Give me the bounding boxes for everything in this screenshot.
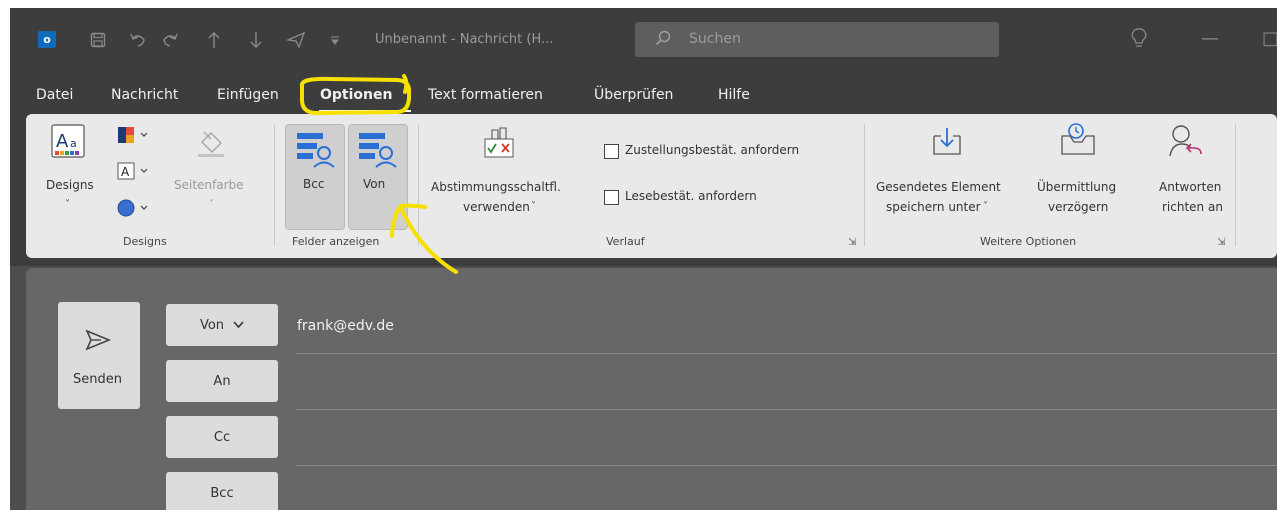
group-separator bbox=[1235, 124, 1236, 246]
cc-button[interactable]: Cc bbox=[166, 416, 278, 458]
minimize-icon[interactable]: — bbox=[1201, 28, 1219, 49]
verlauf-group-label: Verlauf bbox=[606, 235, 645, 248]
voting-label-line2: verwenden bbox=[463, 200, 530, 214]
save-sent-icon bbox=[931, 126, 963, 160]
outlook-compose-window: o Unbenannt - Nachricht (H... Suchen — □… bbox=[0, 0, 1277, 510]
chevron-down-icon: ˅ bbox=[65, 199, 70, 210]
reply-to-person-icon bbox=[1168, 124, 1204, 162]
cc-label: Cc bbox=[213, 429, 231, 445]
send-icon bbox=[84, 328, 112, 356]
redo-icon[interactable] bbox=[160, 30, 180, 50]
from-field-icon bbox=[357, 130, 397, 174]
group-separator bbox=[274, 124, 275, 246]
paint-bucket-icon bbox=[196, 128, 226, 162]
search-box[interactable]: Suchen bbox=[635, 22, 999, 57]
to-label: An bbox=[213, 373, 231, 389]
voting-label-line1: Abstimmungsschaltfl. bbox=[431, 180, 561, 194]
chevron-down-icon: ˅ bbox=[983, 201, 988, 212]
save-icon[interactable] bbox=[88, 30, 108, 50]
field-divider bbox=[296, 409, 1277, 410]
dialog-launcher-icon[interactable]: ⇲ bbox=[848, 237, 856, 248]
reply-to-label-line2: richten an bbox=[1162, 200, 1223, 214]
search-icon bbox=[655, 30, 671, 50]
designs-icon: A a bbox=[51, 124, 85, 162]
tab-hilfe[interactable]: Hilfe bbox=[718, 87, 750, 103]
tab-nachricht[interactable]: Nachricht bbox=[111, 87, 178, 103]
von-label: Von bbox=[363, 177, 386, 191]
delay-delivery-icon bbox=[1060, 122, 1098, 160]
svg-text:a: a bbox=[70, 137, 77, 150]
chevron-down-icon: ˅ bbox=[531, 201, 536, 212]
search-placeholder: Suchen bbox=[689, 31, 741, 47]
delay-label-line1: Übermittlung bbox=[1037, 180, 1117, 194]
document-title: Unbenannt - Nachricht (H... bbox=[375, 32, 554, 47]
tab-ueberpruefen[interactable]: Überprüfen bbox=[594, 87, 673, 103]
theme-effects-icon[interactable] bbox=[117, 198, 151, 222]
chevron-down-icon: ˅ bbox=[209, 199, 214, 210]
svg-text:A: A bbox=[121, 165, 130, 179]
bcc-field-icon bbox=[295, 130, 335, 174]
read-receipt-label: Lesebestät. anfordern bbox=[625, 189, 757, 203]
maximize-icon[interactable]: □ bbox=[1262, 28, 1277, 49]
lightbulb-icon[interactable] bbox=[1131, 28, 1147, 53]
voting-icon bbox=[482, 126, 516, 164]
tab-datei[interactable]: Datei bbox=[36, 87, 73, 103]
arrow-down-icon[interactable] bbox=[246, 30, 266, 50]
theme-colors-icon[interactable] bbox=[117, 126, 151, 148]
group-separator bbox=[864, 124, 865, 246]
outlook-logo-icon: o bbox=[38, 31, 59, 48]
ribbon-tabs: Datei Nachricht Einfügen Optionen Text f… bbox=[10, 76, 1277, 114]
to-button[interactable]: An bbox=[166, 360, 278, 402]
tab-text-formatieren[interactable]: Text formatieren bbox=[428, 87, 543, 103]
delivery-receipt-checkbox[interactable] bbox=[604, 144, 619, 159]
von-field-toggle[interactable]: Von bbox=[348, 124, 408, 230]
field-divider bbox=[296, 465, 1277, 466]
designs-label: Designs bbox=[46, 178, 94, 192]
theme-fonts-icon[interactable]: A bbox=[117, 162, 151, 186]
from-button[interactable]: Von bbox=[166, 304, 278, 346]
save-sent-label-line1: Gesendetes Element bbox=[876, 180, 1001, 194]
read-receipt-checkbox[interactable] bbox=[604, 190, 619, 205]
field-divider bbox=[296, 353, 1277, 354]
dialog-launcher-icon[interactable]: ⇲ bbox=[1217, 237, 1225, 248]
delay-label-line2: verzögern bbox=[1048, 200, 1109, 214]
svg-text:A: A bbox=[56, 131, 69, 152]
reply-to-label-line1: Antworten bbox=[1159, 180, 1222, 194]
designs-group-label: Designs bbox=[123, 235, 167, 248]
ribbon: A a Designs ˅ A Seitenfarbe ˅ Designs Bc… bbox=[26, 114, 1277, 258]
send-label: Senden bbox=[73, 372, 122, 387]
save-sent-label-line2: speichern unter bbox=[886, 200, 981, 214]
tab-einfuegen[interactable]: Einfügen bbox=[217, 87, 279, 103]
delivery-receipt-label: Zustellungsbestät. anfordern bbox=[625, 143, 800, 157]
active-tab-indicator bbox=[319, 110, 411, 112]
group-separator bbox=[418, 124, 419, 246]
bcc-field-toggle[interactable]: Bcc bbox=[285, 124, 345, 230]
undo-icon[interactable] bbox=[128, 30, 148, 50]
felder-group-label: Felder anzeigen bbox=[292, 235, 380, 248]
tab-optionen[interactable]: Optionen bbox=[320, 87, 392, 103]
customize-qat-icon[interactable] bbox=[328, 30, 342, 50]
bcc-label: Bcc bbox=[210, 485, 234, 501]
title-bar: o Unbenannt - Nachricht (H... Suchen — □ bbox=[10, 8, 1277, 76]
arrow-up-icon[interactable] bbox=[204, 30, 224, 50]
bcc-button[interactable]: Bcc bbox=[166, 472, 278, 510]
from-value: frank@edv.de bbox=[297, 318, 394, 334]
weitere-group-label: Weitere Optionen bbox=[980, 235, 1077, 248]
send-button[interactable]: Senden bbox=[58, 302, 140, 409]
page-color-label: Seitenfarbe bbox=[174, 178, 244, 192]
send-quick-icon[interactable] bbox=[286, 30, 306, 50]
chevron-down-icon bbox=[233, 318, 244, 333]
from-label: Von bbox=[199, 317, 225, 333]
bcc-label: Bcc bbox=[303, 177, 325, 191]
